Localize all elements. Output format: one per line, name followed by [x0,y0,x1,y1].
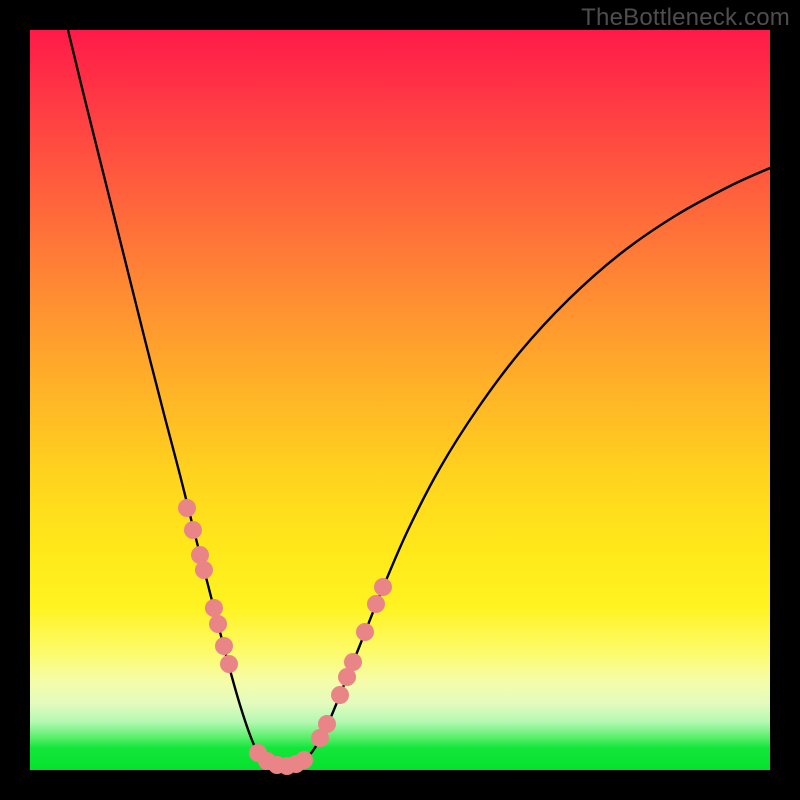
data-dot [356,623,374,641]
chart-frame: TheBottleneck.com [0,0,800,800]
data-dot [374,578,392,596]
right-branch-dots [311,578,392,747]
data-dot [178,499,196,517]
data-dot [367,595,385,613]
data-dot [318,715,336,733]
data-dot [215,637,233,655]
data-dot [295,751,313,769]
data-dot [195,561,213,579]
data-dot [344,653,362,671]
data-dot [209,615,227,633]
data-dot [331,686,349,704]
trough-dots [249,744,313,775]
bottleneck-curve [68,30,770,767]
curve-svg [30,30,770,770]
plot-area [30,30,770,770]
data-dot [220,655,238,673]
data-dot [205,599,223,617]
data-dot [184,521,202,539]
watermark-text: TheBottleneck.com [581,4,790,32]
